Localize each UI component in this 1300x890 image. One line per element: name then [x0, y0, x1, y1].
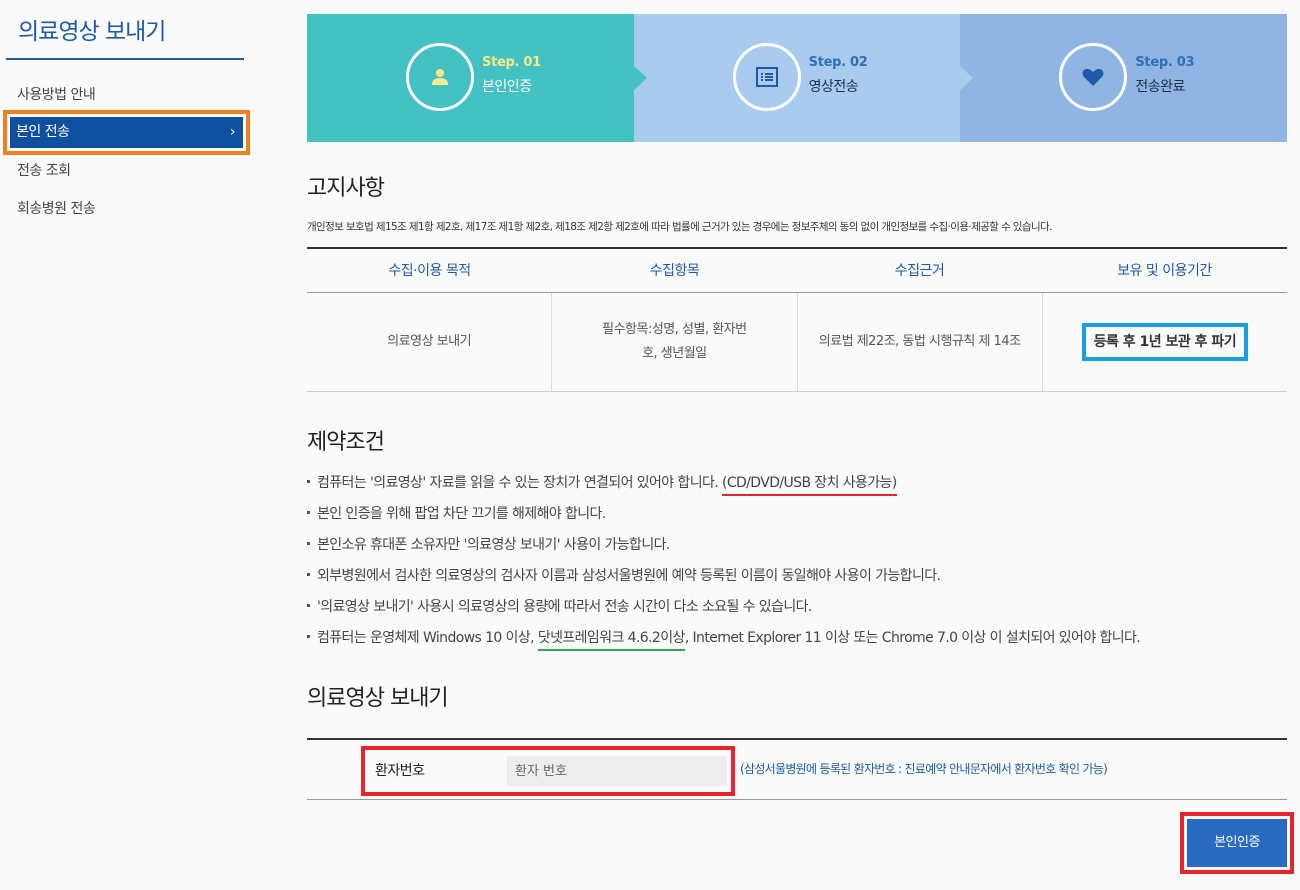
sidebar-item-usage-guide[interactable]: 사용방법 안내: [17, 84, 96, 104]
sidebar-item-label: 본인 전송: [16, 124, 70, 140]
step-1: Step. 01 본인인증: [307, 14, 647, 142]
notice-text: 개인정보 보호법 제15조 제1항 제2호, 제17조 제1항 제2호, 제18…: [307, 221, 1052, 233]
header-items: 수집항목: [649, 263, 700, 279]
send-form: 환자번호 (삼성서울병원에 등록된 환자번호 : 진료예약 안내문자에서 환자번…: [307, 738, 1287, 800]
list-item: 본인 인증을 위해 팝업 차단 끄기를 해제해야 합니다.: [307, 503, 1287, 534]
notice-heading: 고지사항: [307, 176, 385, 201]
heart-icon: [1082, 68, 1104, 86]
step-1-circle: [406, 43, 474, 111]
list-item: 컴퓨터는 '의료영상' 자료를 읽을 수 있는 장치가 연결되어 있어야 합니다…: [307, 472, 1287, 503]
condition-text: 본인 인증을 위해 팝업 차단 끄기를 해제해야 합니다.: [317, 506, 606, 522]
notice-table-header: 수집·이용 목적 수집항목 수집근거 보유 및 이용기간: [307, 247, 1287, 293]
patient-number-highlight: 환자번호: [361, 746, 735, 796]
patient-number-help: (삼성서울병원에 등록된 환자번호 : 진료예약 안내문자에서 환자번호 확인 …: [740, 762, 1108, 776]
list-item: 외부병원에서 검사한 의료영상의 검사자 이름과 삼성서울병원에 예약 등록된 …: [307, 565, 1287, 596]
step-2-circle: [732, 43, 801, 111]
list-icon: [755, 67, 778, 87]
cell-items: 필수항목:성명, 성별, 환자번호, 생년월일: [551, 293, 796, 391]
step-1-number: Step. 01: [482, 55, 541, 70]
sidebar-divider: [6, 58, 244, 60]
sidebar-item-send-history[interactable]: 전송 조회: [17, 160, 71, 180]
list-item: 컴퓨터는 운영체제 Windows 10 이상, 닷넷프레임워크 4.6.2이상…: [307, 627, 1287, 658]
header-retention: 보유 및 이용기간: [1117, 263, 1212, 279]
step-1-label: 본인인증: [482, 79, 532, 95]
conditions-list: 컴퓨터는 '의료영상' 자료를 읽을 수 있는 장치가 연결되어 있어야 합니다…: [307, 472, 1287, 658]
condition-highlight: (CD/DVD/USB 장치 사용가능): [721, 475, 897, 496]
patient-number-label: 환자번호: [375, 763, 425, 779]
header-basis: 수집근거: [894, 263, 945, 279]
cell-retention: 등록 후 1년 보관 후 파기: [1041, 293, 1287, 391]
patient-number-input[interactable]: [507, 756, 727, 786]
sidebar-item-self-send[interactable]: 본인 전송 ›: [10, 117, 243, 148]
list-item: '의료영상 보내기' 사용시 의료영상의 용량에 따라서 전송 시간이 다소 소…: [307, 596, 1287, 627]
step-3: Step. 03 전송완료: [960, 14, 1288, 142]
step-2-label: 영상전송: [808, 79, 859, 95]
step-arrow: [633, 66, 647, 90]
condition-text: 외부병원에서 검사한 의료영상의 검사자 이름과 삼성서울병원에 예약 등록된 …: [317, 568, 941, 584]
step-3-circle: [1059, 43, 1128, 111]
conditions-heading: 제약조건: [307, 430, 385, 455]
send-heading: 의료영상 보내기: [307, 686, 449, 711]
sidebar-active-highlight: 본인 전송 ›: [3, 110, 250, 155]
cell-basis: 의료법 제22조, 동법 시행규칙 제 14조: [796, 293, 1042, 391]
cell-items-text: 필수항목:성명, 성별, 환자번호, 생년월일: [602, 322, 747, 361]
notice-table: 수집·이용 목적 수집항목 수집근거 보유 및 이용기간 의료영상 보내기 필수…: [307, 247, 1287, 392]
header-purpose: 수집·이용 목적: [388, 263, 471, 279]
condition-text: 본인소유 휴대폰 소유자만 '의료영상 보내기' 사용이 가능합니다.: [317, 537, 670, 553]
list-item: 본인소유 휴대폰 소유자만 '의료영상 보내기' 사용이 가능합니다.: [307, 534, 1287, 565]
notice-table-row: 의료영상 보내기 필수항목:성명, 성별, 환자번호, 생년월일 의료법 제22…: [307, 293, 1287, 392]
condition-text: '의료영상 보내기' 사용시 의료영상의 용량에 따라서 전송 시간이 다소 소…: [317, 599, 812, 615]
step-progress: Step. 01 본인인증 Step. 02 영상전송 Step. 03 전송완…: [307, 14, 1288, 142]
condition-text-tail: , Internet Explorer 11 이상 또는 Chrome 7.0 …: [684, 630, 1141, 646]
submit-highlight: 본인인증: [1180, 812, 1294, 874]
condition-highlight: 닷넷프레임워크 4.6.2이상: [537, 630, 685, 651]
sidebar-title: 의료영상 보내기: [18, 19, 166, 45]
sidebar-item-referral-send[interactable]: 회송병원 전송: [17, 198, 96, 218]
sidebar: 의료영상 보내기 사용방법 안내 본인 전송 › 전송 조회 회송병원 전송: [0, 0, 250, 890]
verify-identity-button[interactable]: 본인인증: [1187, 819, 1287, 867]
step-2: Step. 02 영상전송: [633, 14, 974, 142]
condition-text: 컴퓨터는 '의료영상' 자료를 읽을 수 있는 장치가 연결되어 있어야 합니다…: [317, 475, 722, 491]
step-2-number: Step. 02: [808, 55, 868, 70]
cell-purpose: 의료영상 보내기: [387, 334, 472, 349]
condition-text: 컴퓨터는 운영체제 Windows 10 이상,: [317, 630, 538, 646]
retention-highlight: 등록 후 1년 보관 후 파기: [1081, 323, 1249, 361]
user-icon: [432, 69, 448, 85]
step-3-number: Step. 03: [1135, 55, 1195, 70]
cell-basis-text: 의료법 제22조, 동법 시행규칙 제 14조: [818, 334, 1021, 349]
step-3-label: 전송완료: [1135, 79, 1185, 95]
step-arrow: [960, 66, 974, 90]
chevron-right-icon: ›: [229, 124, 236, 140]
